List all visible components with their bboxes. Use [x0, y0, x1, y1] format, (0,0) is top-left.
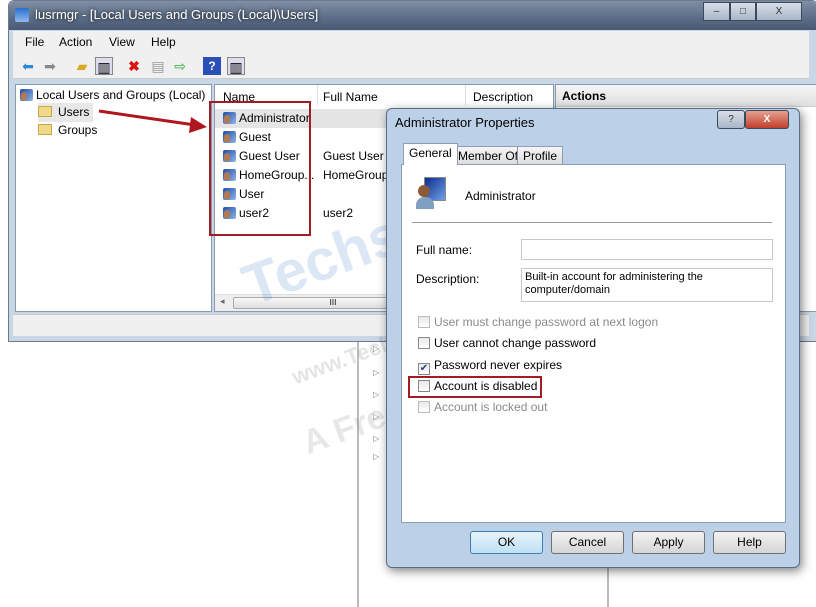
column-description[interactable]: Description	[473, 90, 533, 104]
minimize-button[interactable]: –	[703, 2, 730, 21]
menu-bar: File Action View Help	[13, 31, 809, 53]
maximize-button[interactable]: □	[730, 2, 756, 21]
username-label: Administrator	[465, 189, 536, 203]
expand-arrow-icon: ▷	[373, 434, 380, 443]
help-dialog-button[interactable]: Help	[713, 531, 786, 554]
back-icon[interactable]: ⬅	[19, 57, 37, 75]
toolbar: ⬅ ➡ ▰ ▥ ✖ ▤ ⇨ ? ▥	[13, 53, 809, 79]
app-icon	[15, 8, 29, 22]
checkbox-icon	[418, 316, 430, 328]
folder-icon	[38, 124, 52, 135]
show-hide-action-pane-icon[interactable]: ▥	[227, 57, 245, 75]
tab-general[interactable]: General	[403, 143, 458, 165]
checkbox-password-never-expires[interactable]: ✔ Password never expires	[418, 357, 562, 375]
checkbox-must-change-password[interactable]: User must change password at next logon	[418, 314, 658, 332]
computer-users-icon	[20, 89, 33, 101]
window-title: lusrmgr - [Local Users and Groups (Local…	[35, 7, 319, 22]
help-icon[interactable]: ?	[203, 57, 221, 75]
expand-arrow-icon: ▷	[373, 452, 380, 461]
full-name-label: Full name:	[416, 243, 473, 257]
menu-view[interactable]: View	[109, 35, 135, 49]
highlight-box-users	[209, 101, 311, 236]
highlight-box-account-disabled	[408, 376, 542, 398]
tree-item-users[interactable]: Users	[38, 103, 94, 122]
full-name-input[interactable]	[521, 239, 773, 260]
background-divider	[357, 340, 359, 607]
menu-action[interactable]: Action	[59, 35, 92, 49]
properties-icon[interactable]: ▤	[149, 57, 167, 75]
dialog-title: Administrator Properties	[395, 115, 535, 130]
red-arrow-icon	[98, 109, 207, 133]
expand-arrow-icon: ▷	[373, 412, 380, 421]
close-button[interactable]: X	[745, 110, 789, 129]
expand-arrow-icon: ▷	[373, 368, 380, 377]
checkmark-icon: ✔	[418, 363, 430, 375]
menu-help[interactable]: Help	[151, 35, 176, 49]
checkbox-icon	[418, 401, 430, 413]
cancel-button[interactable]: Cancel	[551, 531, 624, 554]
administrator-properties-dialog: Administrator Properties ? X General Mem…	[386, 108, 800, 568]
up-folder-icon[interactable]: ▰	[73, 57, 91, 75]
apply-button[interactable]: Apply	[632, 531, 705, 554]
description-input[interactable]: Built-in account for administering the c…	[521, 268, 773, 302]
menu-file[interactable]: File	[25, 35, 44, 49]
actions-header: Actions	[562, 89, 607, 103]
description-label: Description:	[416, 272, 480, 286]
export-icon[interactable]: ⇨	[171, 57, 189, 75]
title-bar[interactable]: lusrmgr - [Local Users and Groups (Local…	[9, 1, 816, 30]
checkbox-icon	[418, 337, 430, 349]
close-button[interactable]: X	[756, 2, 802, 21]
folder-icon	[38, 106, 52, 117]
show-hide-tree-icon[interactable]: ▥	[95, 57, 113, 75]
general-tab-panel: Administrator Full name: Description: Bu…	[401, 164, 786, 523]
forward-icon[interactable]: ➡	[41, 57, 59, 75]
checkbox-cannot-change-password[interactable]: User cannot change password	[418, 335, 596, 353]
ok-button[interactable]: OK	[470, 531, 543, 554]
help-button[interactable]: ?	[717, 110, 745, 129]
tree-item-groups[interactable]: Groups	[38, 121, 97, 140]
column-full-name[interactable]: Full Name	[323, 90, 378, 104]
expand-arrow-icon: ▷	[373, 390, 380, 399]
checkbox-account-locked-out[interactable]: Account is locked out	[418, 399, 547, 417]
user-avatar-icon	[416, 177, 446, 209]
tab-member-of[interactable]: Member Of	[452, 146, 525, 165]
delete-icon[interactable]: ✖	[125, 57, 143, 75]
expand-arrow-icon: ▷	[373, 344, 380, 353]
tab-profile[interactable]: Profile	[517, 146, 564, 165]
